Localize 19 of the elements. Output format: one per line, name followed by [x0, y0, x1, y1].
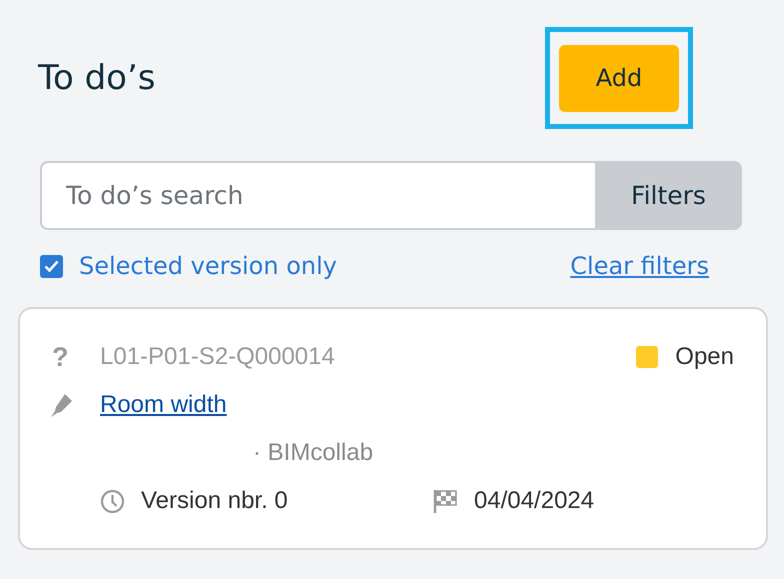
filters-button[interactable]: Filters — [595, 161, 742, 230]
page-title: To do’s — [38, 58, 156, 98]
question-icon: ? — [52, 342, 68, 372]
status-label: Open — [675, 343, 734, 371]
add-button[interactable]: Add — [559, 44, 679, 112]
pen-icon — [48, 392, 74, 418]
todo-meta: · BIMcollab — [253, 439, 374, 467]
checkbox[interactable] — [40, 254, 63, 278]
checkbox-label[interactable]: Selected version only — [79, 252, 337, 280]
checkered-flag-icon — [432, 488, 458, 514]
todo-title-link[interactable]: Room width — [100, 391, 227, 419]
clear-filters-link[interactable]: Clear filters — [570, 252, 709, 280]
search-field[interactable]: To do’s search — [40, 161, 595, 230]
todo-card[interactable]: ? L01-P01-S2-Q000014 Open Room width · BIMcollab Version nbr. 0 04/04/2024 — [18, 307, 768, 550]
clock-icon — [100, 488, 125, 514]
due-date: 04/04/2024 — [474, 487, 594, 515]
todo-id: L01-P01-S2-Q000014 — [100, 343, 336, 371]
version-label: Version nbr. 0 — [141, 487, 288, 515]
checkmark-icon — [44, 260, 59, 272]
